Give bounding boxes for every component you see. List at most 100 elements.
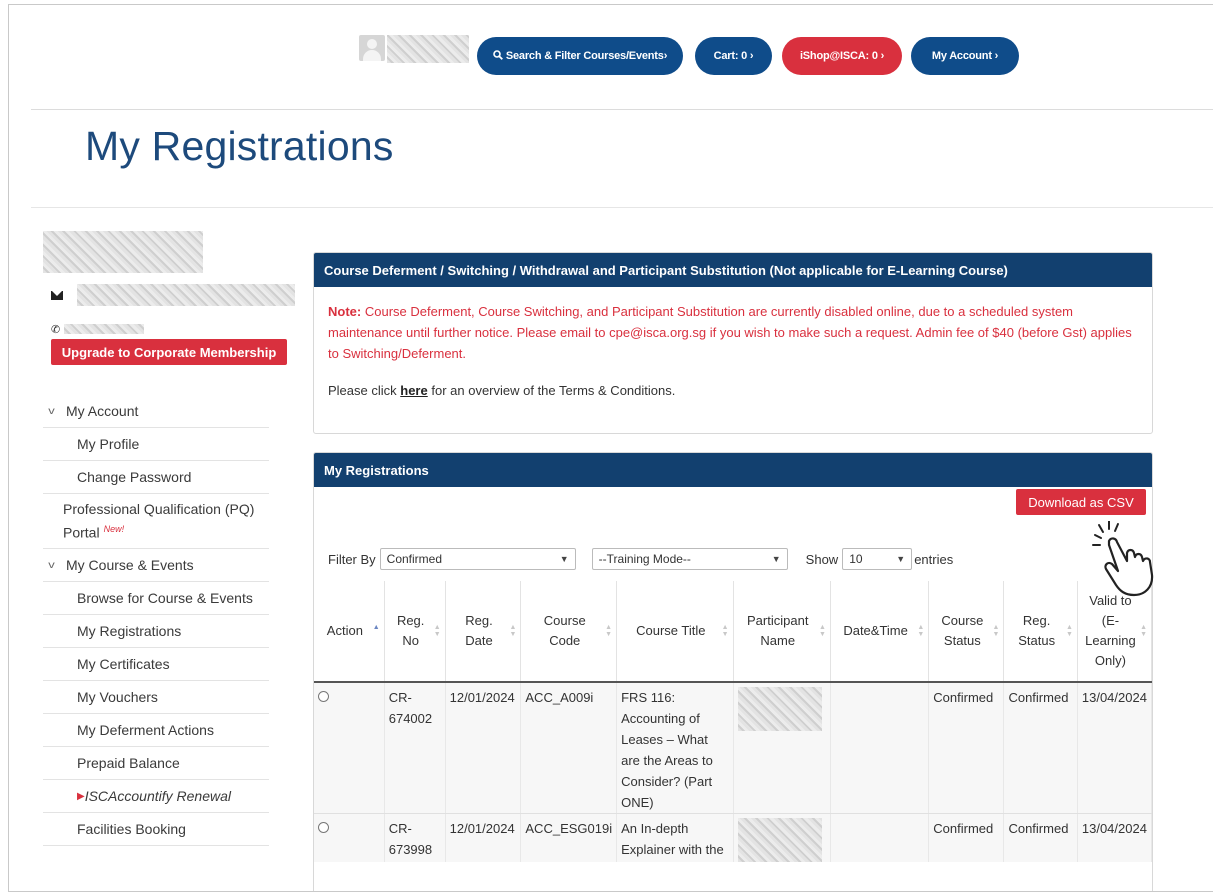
registrations-panel-title: My Registrations	[314, 453, 1152, 487]
divider	[31, 109, 1213, 110]
reg-status-cell: Confirmed	[1003, 813, 1078, 862]
play-icon: ▶	[77, 790, 85, 802]
sidebar-item-pq-portal[interactable]: Professional Qualification (PQ) Portal Ne…	[43, 494, 269, 549]
sidebar-item-my-vouchers[interactable]: My Vouchers	[43, 681, 269, 714]
search-icon	[493, 49, 503, 63]
filter-bar: Filter By Confirmed ▼ --Training Mode-- ▼ …	[328, 547, 953, 571]
participant-name-cell	[733, 682, 831, 814]
sort-icon: ▲ ▼	[992, 624, 1000, 638]
avatar[interactable]	[359, 35, 385, 61]
course-status-cell: Confirmed	[928, 682, 1005, 814]
sidebar-item-browse-courses[interactable]: Browse for Course & Events	[43, 582, 269, 615]
chevron-down-icon: ▼	[771, 554, 781, 564]
pointer-hand-icon	[1092, 521, 1154, 597]
column-header-course-code[interactable]: Course Code ▲ ▼	[520, 581, 618, 683]
row-select-radio[interactable]	[318, 822, 329, 833]
top-navigation: Search & Filter Courses/Events › Cart: 0 …	[9, 5, 1213, 109]
chevron-down-icon: ▼	[559, 554, 569, 564]
column-header-action[interactable]: Action ▲ ▼	[314, 581, 385, 683]
deferment-panel-title: Course Deferment / Switching / Withdrawa…	[314, 253, 1152, 287]
email-row	[51, 284, 295, 306]
sidebar-item-my-registrations[interactable]: My Registrations	[43, 615, 269, 648]
reg-date-cell: 12/01/2024	[445, 682, 522, 814]
sidebar-item-my-certificates[interactable]: My Certificates	[43, 648, 269, 681]
course-code-cell: ACC_ESG019i	[520, 813, 618, 862]
chevron-down-icon: v	[48, 559, 55, 571]
phone-redacted	[64, 324, 145, 334]
course-status-cell: Confirmed	[928, 813, 1005, 862]
sort-icon: ▲ ▼	[1140, 624, 1147, 638]
column-header-reg-no[interactable]: Reg. No ▲ ▼	[384, 581, 446, 683]
sort-icon: ▲ ▼	[721, 624, 729, 638]
phone-icon: ✆	[51, 323, 61, 336]
sort-icon: ▲ ▼	[605, 624, 613, 638]
page-frame: Search & Filter Courses/Events › Cart: 0 …	[8, 4, 1213, 892]
entries-select[interactable]: 10 ▼	[842, 548, 913, 570]
sidebar-item-my-profile[interactable]: My Profile	[43, 428, 269, 461]
training-mode-select[interactable]: --Training Mode-- ▼	[591, 548, 788, 570]
valid-to-cell: 13/04/2024	[1077, 682, 1153, 814]
reg-no-cell: CR-673998	[384, 813, 446, 862]
sort-icon: ▲ ▼	[917, 624, 925, 638]
reg-date-cell: 12/01/2024	[445, 813, 522, 862]
sort-icon: ▲ ▼	[1065, 624, 1073, 638]
table-row: CR-674002 12/01/2024 ACC_A009i FRS 116: …	[314, 682, 1153, 814]
column-header-reg-date[interactable]: Reg. Date ▲ ▼	[445, 581, 522, 683]
sidebar-item-my-deferment-actions[interactable]: My Deferment Actions	[43, 714, 269, 747]
column-header-date-time[interactable]: Date&Time ▲ ▼	[830, 581, 930, 683]
ishop-button[interactable]: iShop@ISCA: 0 ›	[782, 37, 902, 75]
sidebar-item-prepaid-balance[interactable]: Prepaid Balance	[43, 747, 269, 780]
email-redacted	[77, 284, 295, 306]
divider	[31, 207, 1213, 208]
table-row: CR-673998 12/01/2024 ACC_ESG019i An In-d…	[314, 813, 1153, 862]
course-title-cell: An In-depth Explainer with the	[616, 813, 734, 862]
sidebar-item-change-password[interactable]: Change Password	[43, 461, 269, 494]
deferment-panel: Course Deferment / Switching / Withdrawa…	[313, 252, 1153, 434]
column-header-course-title[interactable]: Course Title ▲ ▼	[616, 581, 734, 683]
valid-to-cell: 13/04/2024	[1077, 813, 1153, 862]
course-code-cell: ACC_A009i	[520, 682, 618, 814]
table-header-row: Action ▲ ▼ Reg. No ▲ ▼ Reg. Date ▲ ▼ Course Co…	[314, 581, 1153, 683]
page-title: My Registrations	[85, 123, 394, 169]
sidebar-item-iscaccountify-renewal[interactable]: ▶ ISCAccountify Renewal	[43, 780, 269, 813]
sidebar-item-facilities-booking[interactable]: Facilities Booking	[43, 813, 269, 846]
download-csv-button[interactable]: Download as CSV	[1016, 489, 1146, 515]
date-time-cell	[830, 682, 930, 814]
upgrade-membership-button[interactable]: Upgrade to Corporate Membership	[51, 339, 287, 365]
member-name-redacted	[43, 231, 203, 273]
deferment-note: Note: Course Deferment, Course Switching…	[328, 304, 1132, 361]
row-select-cell	[314, 813, 385, 862]
username-redacted	[387, 35, 469, 63]
my-account-button[interactable]: My Account ›	[911, 37, 1019, 75]
registrations-panel: My Registrations Download as CSV Filter …	[313, 452, 1153, 891]
participant-name-cell	[733, 813, 831, 862]
column-header-reg-status[interactable]: Reg. Status ▲ ▼	[1003, 581, 1078, 683]
terms-link[interactable]: here	[400, 383, 427, 398]
row-select-radio[interactable]	[318, 691, 329, 702]
participant-name-redacted	[737, 818, 822, 862]
date-time-cell	[830, 813, 930, 862]
reg-status-cell: Confirmed	[1003, 682, 1078, 814]
participant-name-redacted	[737, 687, 822, 731]
sidebar-menu: v My Account My Profile Change Password …	[43, 395, 269, 846]
sidebar-section-my-account[interactable]: v My Account	[43, 395, 269, 428]
reg-no-cell: CR-674002	[384, 682, 446, 814]
registrations-table: Action ▲ ▼ Reg. No ▲ ▼ Reg. Date ▲ ▼ Course Co…	[314, 581, 1153, 862]
terms-text: Please click here for an overview of the…	[328, 383, 676, 398]
cart-button[interactable]: Cart: 0 ›	[695, 37, 772, 75]
phone-row: ✆	[51, 323, 145, 336]
row-select-cell	[314, 682, 385, 814]
sort-icon: ▲ ▼	[509, 624, 517, 638]
sort-icon: ▲ ▼	[819, 624, 826, 638]
sort-icon: ▲ ▼	[372, 624, 380, 638]
sidebar-section-my-course-events[interactable]: v My Course & Events	[43, 549, 269, 582]
search-filter-button[interactable]: Search & Filter Courses/Events ›	[477, 37, 683, 75]
sort-icon: ▲ ▼	[433, 624, 441, 638]
new-badge: New!	[103, 524, 125, 535]
column-header-course-status[interactable]: Course Status ▲ ▼	[928, 581, 1005, 683]
column-header-participant-name[interactable]: Participant Name ▲ ▼	[733, 581, 831, 683]
envelope-icon	[51, 290, 63, 300]
status-filter-select[interactable]: Confirmed ▼	[379, 548, 576, 570]
course-title-cell: FRS 116: Accounting of Leases – What are…	[616, 682, 734, 814]
chevron-down-icon: v	[48, 405, 55, 417]
